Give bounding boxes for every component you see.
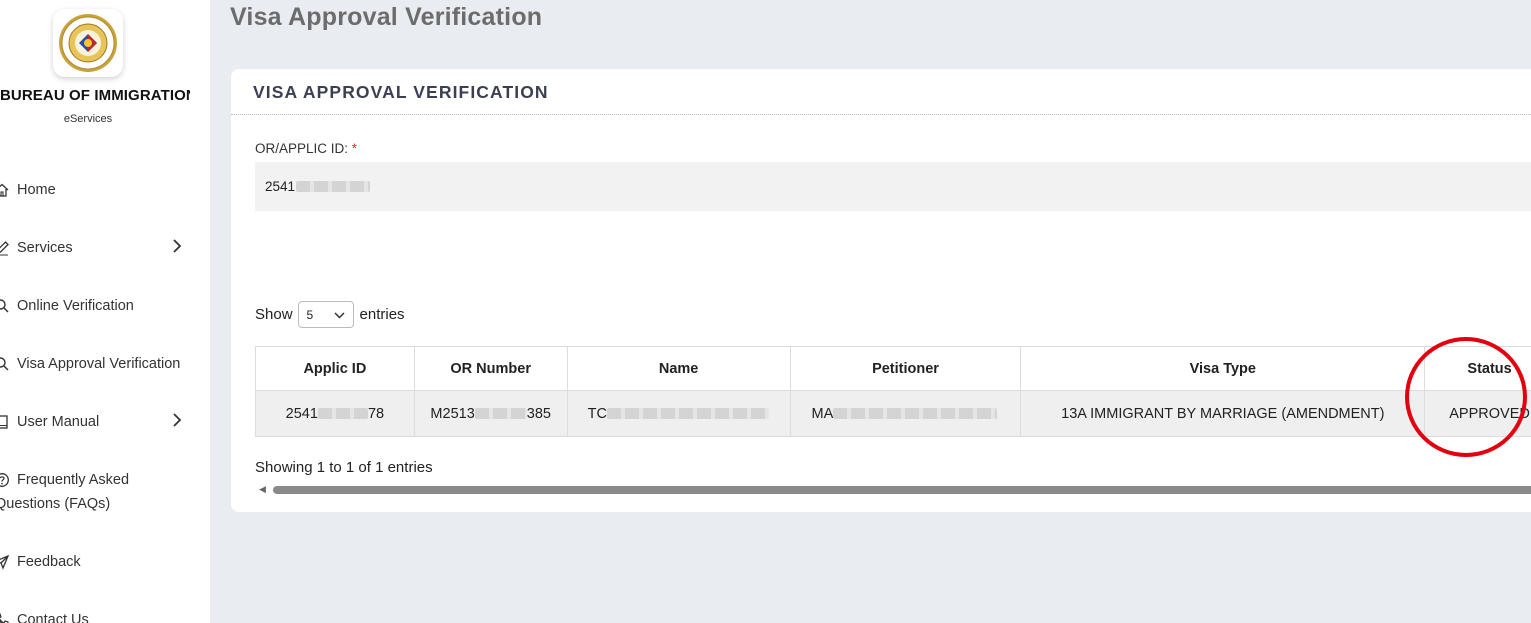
sidebar-item-home[interactable]: Home: [0, 178, 200, 202]
required-mark: *: [351, 141, 358, 156]
edit-icon: [0, 240, 11, 256]
or-number-start: M2513: [430, 405, 475, 422]
chevron-down-icon: [334, 308, 345, 322]
bureau-seal-logo: [53, 9, 123, 77]
table-header-row: Applic ID OR Number Name Petitioner Visa…: [255, 346, 1531, 391]
or-number-end: 385: [526, 405, 551, 422]
or-applic-id-input[interactable]: 2541: [255, 162, 1531, 211]
sidebar-item-faqs[interactable]: Frequently Asked Questions (FAQs): [0, 468, 200, 516]
redacted-value: [296, 181, 371, 192]
applic-id-end: 78: [367, 405, 385, 422]
search-icon: [0, 298, 11, 314]
page-size-value: 5: [306, 307, 314, 322]
card-header: VISA APPROVAL VERIFICATION: [231, 69, 1531, 115]
horizontal-scrollbar[interactable]: ◀: [255, 484, 1531, 496]
cell-or-number: M2513 385: [413, 390, 568, 437]
field-label-text: OR/APPLIC ID:: [255, 141, 349, 156]
faq-label-line1: Frequently Asked: [17, 472, 130, 488]
results-table: Applic ID OR Number Name Petitioner Visa…: [255, 346, 1531, 437]
card-title: VISA APPROVAL VERIFICATION: [253, 82, 549, 102]
sidebar-item-label: Frequently Asked Questions (FAQs): [0, 468, 200, 516]
column-header-or-number[interactable]: OR Number: [413, 346, 568, 391]
chevron-right-icon: [172, 239, 184, 257]
sidebar-item-label: Online Verification: [17, 298, 134, 314]
show-label: Show: [255, 306, 293, 323]
entries-label: entries: [359, 306, 405, 323]
table-row: 2541 78 M2513 385 TC MA 13A IMMIGRANT BY M…: [255, 390, 1531, 437]
sidebar-item-feedback[interactable]: Feedback: [0, 550, 200, 574]
cell-petitioner: MA: [789, 390, 1022, 437]
cell-status: APPROVED: [1424, 390, 1531, 437]
redacted-value: [833, 408, 998, 420]
sidebar-item-label: Feedback: [17, 554, 81, 570]
verification-card: VISA APPROVAL VERIFICATION OR/APPLIC ID:…: [231, 69, 1531, 512]
page-size-select[interactable]: 5: [297, 301, 354, 328]
brand-subtitle: eServices: [63, 113, 113, 125]
name-start: TC: [587, 405, 607, 422]
column-header-name[interactable]: Name: [566, 346, 791, 391]
redacted-value: [474, 408, 527, 420]
sidebar-item-services[interactable]: Services: [0, 236, 200, 260]
input-value: 2541: [265, 179, 296, 194]
table-info: Showing 1 to 1 of 1 entries: [255, 459, 433, 476]
brand-title: BUREAU OF IMMIGRATION: [0, 87, 190, 104]
sidebar-item-online-verification[interactable]: Online Verification: [0, 294, 200, 318]
chevron-right-icon: [172, 413, 184, 431]
sidebar: BUREAU OF IMMIGRATION eServices Home Ser…: [0, 0, 210, 623]
column-header-visa-type[interactable]: Visa Type: [1020, 346, 1426, 391]
search-icon: [0, 356, 11, 372]
page-title: Visa Approval Verification: [230, 3, 543, 31]
phone-icon: [0, 612, 11, 623]
applic-id-start: 2541: [285, 405, 318, 422]
page-size-control: Show 5 entries: [255, 301, 405, 328]
book-icon: [0, 414, 11, 430]
cell-name: TC: [566, 390, 791, 437]
sidebar-item-visa-approval-verification[interactable]: Visa Approval Verification: [0, 352, 200, 376]
sidebar-item-label: Services: [17, 240, 73, 256]
column-header-status[interactable]: Status: [1424, 346, 1531, 391]
cell-visa-type: 13A IMMIGRANT BY MARRIAGE (AMENDMENT): [1020, 390, 1426, 437]
column-header-petitioner[interactable]: Petitioner: [789, 346, 1022, 391]
scrollbar-thumb[interactable]: [273, 486, 1531, 494]
petitioner-start: MA: [811, 405, 834, 422]
cell-applic-id: 2541 78: [255, 390, 415, 437]
sidebar-item-user-manual[interactable]: User Manual: [0, 410, 200, 434]
question-icon: [0, 472, 11, 488]
sidebar-item-label: Visa Approval Verification: [17, 356, 181, 372]
home-icon: [0, 182, 11, 198]
scroll-left-icon[interactable]: ◀: [259, 484, 266, 495]
redacted-value: [606, 408, 769, 420]
redacted-value: [317, 408, 368, 420]
sidebar-item-label: User Manual: [17, 414, 100, 430]
send-icon: [0, 554, 11, 570]
sidebar-item-label: Home: [17, 182, 56, 198]
or-applic-id-label: OR/APPLIC ID: *: [255, 141, 357, 156]
sidebar-item-label: Contact Us: [17, 612, 89, 623]
faq-label-line2: Questions (FAQs): [0, 496, 111, 512]
sidebar-item-contact-us[interactable]: Contact Us: [0, 608, 200, 623]
column-header-applic-id[interactable]: Applic ID: [255, 346, 415, 391]
results-table-wrapper: Applic ID OR Number Name Petitioner Visa…: [255, 346, 1531, 437]
